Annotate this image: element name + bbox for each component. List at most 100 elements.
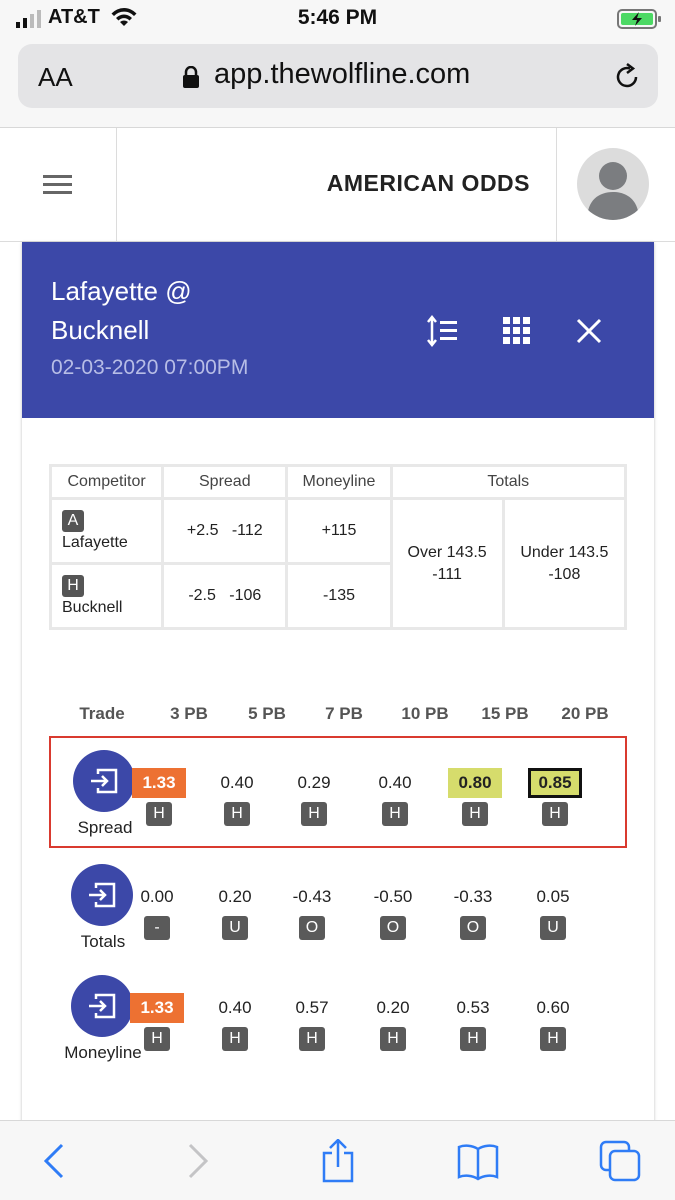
pb-column-label: 7 PB	[325, 704, 363, 723]
trade-value: 0.00	[140, 887, 174, 906]
trade-side-tag: H	[144, 1027, 170, 1051]
trade-value: 0.40	[378, 773, 412, 792]
trade-value: 0.80	[448, 768, 502, 798]
trade-side-tag: U	[540, 916, 566, 940]
trade-value: 0.57	[295, 998, 329, 1017]
trade-side-tag: H	[380, 1027, 406, 1051]
trade-value: 0.20	[376, 998, 410, 1017]
back-arrow-icon[interactable]	[34, 1139, 78, 1183]
trade-side-tag: H	[382, 802, 408, 826]
trade-value: 0.29	[297, 773, 331, 792]
trade-side-tag: -	[144, 916, 170, 940]
game-card-header: Lafayette @ Bucknell 02-03-2020 07:00PM	[22, 242, 654, 418]
header-competitor: Competitor	[52, 467, 162, 497]
trade-value-cell[interactable]: -0.43 O	[277, 882, 347, 940]
header-moneyline: Moneyline	[288, 467, 390, 497]
trade-value: 1.33	[132, 768, 186, 798]
spread-value: -2.5	[188, 587, 216, 604]
hamburger-icon	[43, 175, 72, 194]
trade-side-tag: U	[222, 916, 248, 940]
trade-value: 0.40	[220, 773, 254, 792]
trade-row-moneyline: Moneyline 1.33 H 0.40 H 0.57 H 0.20 H 0.53 H 0.60 H	[49, 963, 627, 1075]
text-size-button[interactable]: AA	[38, 62, 73, 93]
header-spread: Spread	[164, 467, 286, 497]
pb-column-label: 3 PB	[170, 704, 208, 723]
trade-value-cell[interactable]: 0.05 U	[518, 882, 588, 940]
reload-icon[interactable]	[612, 62, 642, 92]
pb-column-label: 20 PB	[561, 704, 609, 723]
pb-column-label: 15 PB	[481, 704, 529, 723]
trade-value: 0.20	[218, 887, 252, 906]
trade-value-cell[interactable]: 1.33 H	[124, 768, 194, 826]
over-label: Over 143.5	[407, 543, 487, 561]
under-cell: Under 143.5 -108	[504, 500, 624, 627]
enter-trade-icon	[89, 993, 116, 1019]
trade-value-cell[interactable]: -0.50 O	[358, 882, 428, 940]
pb-column-label: 5 PB	[248, 704, 286, 723]
trade-value: -0.43	[292, 887, 332, 906]
trade-value: 0.85	[528, 768, 582, 798]
grid-view-icon[interactable]	[500, 314, 534, 348]
over-cell: Over 143.5 -111	[392, 500, 502, 627]
trade-side-tag: H	[222, 1027, 248, 1051]
trade-value: 1.33	[130, 993, 184, 1023]
trade-value-cell[interactable]: 0.29 H	[279, 768, 349, 826]
game-card: Lafayette @ Bucknell 02-03-2020 07:00PM …	[22, 242, 654, 1122]
spread-odds: -112	[231, 522, 263, 539]
trade-value-cell[interactable]: 0.85 H	[520, 768, 590, 826]
close-icon[interactable]	[572, 314, 606, 348]
trade-side-tag: H	[299, 1027, 325, 1051]
spread-value: +2.5	[186, 522, 219, 539]
pb-column-label: 10 PB	[401, 704, 449, 723]
browser-address-bar: AA app.thewolfline.com	[0, 40, 675, 128]
trade-value-cell[interactable]: 0.60 H	[518, 993, 588, 1051]
enter-trade-icon	[91, 768, 118, 794]
battery-charging-icon	[617, 9, 661, 29]
trade-value-cell[interactable]: 0.57 H	[277, 993, 347, 1051]
trade-value-cell[interactable]: 0.53 H	[438, 993, 508, 1051]
share-icon[interactable]	[316, 1139, 360, 1183]
trade-value: 0.60	[536, 998, 570, 1017]
trade-column-label: Trade	[79, 704, 125, 723]
team-name: Bucknell	[62, 599, 123, 616]
avatar[interactable]	[577, 148, 649, 220]
spread-cell-away: +2.5 -112	[164, 500, 286, 562]
game-title: Lafayette @ Bucknell	[51, 272, 311, 350]
app-header: AMERICAN ODDS	[0, 128, 675, 242]
trade-value: 0.40	[218, 998, 252, 1017]
trade-row-spread: Spread 1.33 H 0.40 H 0.29 H 0.40 H 0.80 H 0.85 H	[49, 736, 627, 848]
sort-lines-icon[interactable]	[426, 314, 460, 348]
url-text: app.thewolfline.com	[214, 58, 471, 90]
bookmarks-icon[interactable]	[456, 1139, 500, 1183]
forward-arrow-icon[interactable]	[174, 1139, 218, 1183]
trade-side-tag: H	[542, 802, 568, 826]
hamburger-menu-button[interactable]	[0, 128, 117, 242]
trade-value-cell[interactable]: 0.80 H	[440, 768, 510, 826]
trade-value-cell[interactable]: 0.40 H	[202, 768, 272, 826]
trade-value-cell[interactable]: -0.33 O	[438, 882, 508, 940]
trade-value-cell[interactable]: 0.00 -	[122, 882, 192, 940]
game-datetime: 02-03-2020 07:00PM	[51, 356, 249, 379]
trade-side-tag: H	[146, 802, 172, 826]
trade-side-tag: H	[301, 802, 327, 826]
tabs-icon[interactable]	[598, 1139, 642, 1183]
trade-value-cell[interactable]: 0.40 H	[360, 768, 430, 826]
under-label: Under 143.5	[520, 543, 609, 561]
user-menu-button[interactable]	[556, 128, 675, 242]
trade-side-tag: H	[540, 1027, 566, 1051]
team-name: Lafayette	[62, 534, 128, 551]
trade-value-cell[interactable]: 0.40 H	[200, 993, 270, 1051]
clock-time: 5:46 PM	[297, 6, 378, 29]
game-title-away: Lafayette @	[51, 276, 192, 306]
trade-side-tag: H	[224, 802, 250, 826]
team-badge: A	[62, 510, 84, 532]
trade-value-cell[interactable]: 1.33 H	[122, 993, 192, 1051]
trade-value: 0.05	[536, 887, 570, 906]
header-totals: Totals	[392, 467, 624, 497]
browser-toolbar	[0, 1120, 675, 1200]
trade-value-cell[interactable]: 0.20 H	[358, 993, 428, 1051]
trade-value-cell[interactable]: 0.20 U	[200, 882, 270, 940]
url-field[interactable]: AA app.thewolfline.com	[18, 44, 658, 108]
trade-side-tag: O	[299, 916, 325, 940]
game-title-home: Bucknell	[51, 315, 150, 345]
